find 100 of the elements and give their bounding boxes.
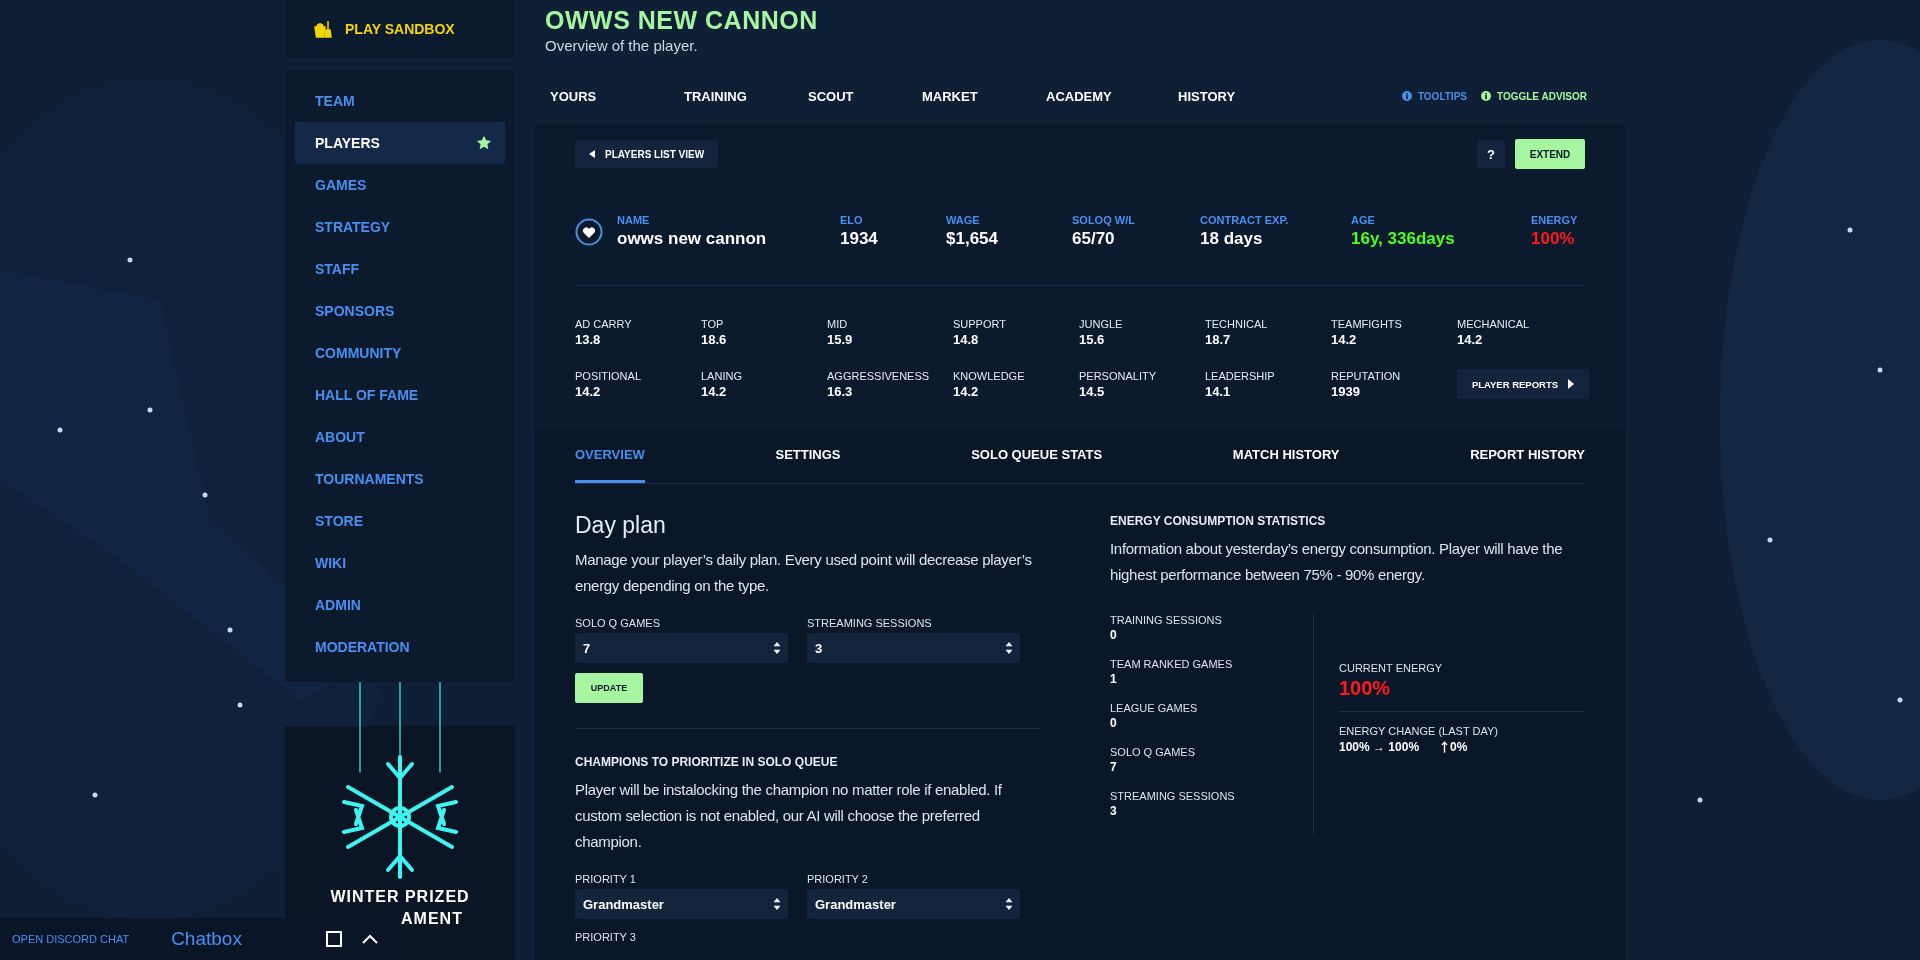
nav-item[interactable]: COMMUNITY (295, 332, 505, 374)
player-reports-button[interactable]: PLAYER REPORTS (1457, 369, 1589, 399)
select-field[interactable]: Grandmaster (807, 889, 1020, 919)
help-link[interactable]: TOGGLE ADVISOR (1481, 90, 1587, 102)
field-label: WAGE (946, 214, 981, 226)
chevron-up-icon[interactable] (362, 934, 378, 944)
nav-item[interactable]: TOURNAMENTS (295, 458, 505, 500)
detail-tab[interactable]: REPORT HISTORY (1470, 447, 1585, 483)
nav-tab[interactable]: ACADEMY (1046, 88, 1178, 104)
field-label: STREAMING SESSIONS (807, 617, 933, 629)
nav-item[interactable]: STRATEGY (295, 206, 505, 248)
select-field[interactable]: 3 (807, 633, 1020, 663)
field-label: PRIORITY 1 (575, 873, 637, 885)
attribute-label: AD CARRY (575, 318, 633, 330)
energy-value: 100% (1339, 677, 1392, 700)
field-label: AGE (1351, 214, 1376, 226)
help-link[interactable]: TOOLTIPS (1401, 90, 1467, 102)
attribute-value: 14.2 (1457, 332, 1484, 347)
detail-tab[interactable]: OVERVIEW (575, 447, 645, 483)
updown-icon (773, 898, 781, 910)
detail-tab[interactable]: SOLO QUEUE STATS (971, 447, 1103, 483)
stat-label: TEAM RANKED GAMES (1110, 658, 1234, 670)
nav-tab[interactable]: SCOUT (808, 88, 922, 104)
attribute-value: 14.2 (701, 384, 728, 399)
discord-link[interactable]: OPEN DISCORD CHAT (12, 933, 130, 945)
banner-title: AMENT (400, 910, 463, 928)
stat-label: ENERGY CHANGE (LAST DAY) (1339, 725, 1499, 737)
nav-item[interactable]: GAMES (295, 164, 505, 206)
banner-title: WINTER PRIZED (330, 888, 470, 906)
nav-item[interactable]: SPONSORS (295, 290, 505, 332)
nav-item[interactable]: MODERATION (295, 626, 505, 668)
section-heading: CHAMPIONS TO PRIORITIZE IN SOLO QUEUE (575, 755, 839, 769)
attribute-value: 14.2 (953, 384, 980, 399)
stat-label: CURRENT ENERGY (1339, 662, 1444, 674)
attribute-label: TEAMFIGHTS (1331, 318, 1403, 330)
field-label: NAME (617, 214, 651, 226)
stat-value: 7 (1110, 760, 1118, 774)
attribute-value: 13.8 (575, 332, 602, 347)
extend-button[interactable]: EXTEND (1515, 139, 1585, 169)
stat-value: 3 (1110, 804, 1118, 818)
attribute-label: JUNGLE (1079, 318, 1124, 330)
attribute-label: LANING (701, 370, 743, 382)
nav-item[interactable]: ABOUT (295, 416, 505, 458)
square-icon[interactable] (326, 931, 342, 947)
help-button[interactable]: ? (1477, 140, 1505, 168)
select-field[interactable]: 7 (575, 633, 788, 663)
update-button[interactable]: UPDATE (575, 673, 643, 703)
section-heading: Day plan (575, 512, 667, 539)
nav-tab[interactable]: YOURS (550, 88, 684, 104)
detail-tab[interactable]: SETTINGS (775, 447, 841, 483)
detail-tab[interactable]: MATCH HISTORY (1232, 447, 1340, 483)
field-label: ENERGY (1531, 214, 1579, 226)
nav-item[interactable]: STORE (295, 500, 505, 542)
attribute-value: 16.3 (827, 384, 854, 399)
attribute-value: 14.5 (1079, 384, 1106, 399)
nav-tab[interactable]: MARKET (922, 88, 1046, 104)
attribute-label: SUPPORT (953, 318, 1007, 330)
nav-tab[interactable]: TRAINING (684, 88, 808, 104)
attribute-label: TECHNICAL (1205, 318, 1269, 330)
attribute-value: 1939 (1331, 384, 1361, 399)
attribute-label: PERSONALITY (1079, 370, 1158, 382)
arrow-up-icon (1441, 740, 1449, 754)
nav-item[interactable]: PLAYERS (295, 122, 505, 164)
attribute-label: TOP (701, 318, 725, 330)
nav-tab[interactable]: HISTORY (1178, 88, 1312, 104)
field-label: PRIORITY 3 (575, 931, 637, 943)
field-label: SOLOQ W/L (1072, 214, 1136, 226)
page-title: OWWS NEW CANNON (545, 6, 819, 35)
field-value: 18 days (1200, 229, 1264, 249)
updown-icon (1005, 898, 1013, 910)
nav-item[interactable]: HALL OF FAME (295, 374, 505, 416)
stat-label: TRAINING SESSIONS (1110, 614, 1223, 626)
attribute-value: 18.6 (701, 332, 728, 347)
select-field[interactable]: Grandmaster (575, 889, 788, 919)
attribute-label: REPUTATION (1331, 370, 1402, 382)
attribute-value: 15.6 (1079, 332, 1106, 347)
energy-change: 100% → 100% (1339, 740, 1420, 754)
stat-label: STREAMING SESSIONS (1110, 790, 1236, 802)
updown-icon (1005, 642, 1013, 654)
banner-card[interactable]: WINTER PRIZED AMENT (285, 682, 515, 960)
back-button[interactable]: PLAYERS LIST VIEW (575, 140, 719, 168)
section-description: Player will be instalocking the champion no matter role if enabled. If custom selection is not enabled, our AI will choose the preferred champion. (575, 780, 1003, 852)
section-description: Manage your player’s daily plan. Every used point will decrease player’s energy depending on the type. (575, 550, 1033, 596)
stat-value: 1 (1110, 672, 1118, 686)
nav-item[interactable]: TEAM (295, 80, 505, 122)
stat-label: SOLO Q GAMES (1110, 746, 1196, 758)
stat-label: LEAGUE GAMES (1110, 702, 1199, 714)
nav-item[interactable]: WIKI (295, 542, 505, 584)
stat-value: 0 (1110, 716, 1118, 730)
section-description: Information about yesterday’s energy consumption. Player will have the highest performance between 75% - 90% energy. (1110, 539, 1564, 585)
attribute-label: KNOWLEDGE (953, 370, 1026, 382)
sandbox-link[interactable]: PLAY SANDBOX (285, 0, 515, 58)
attribute-value: 14.2 (575, 384, 602, 399)
attribute-value: 14.2 (1331, 332, 1358, 347)
nav-item[interactable]: ADMIN (295, 584, 505, 626)
nav-item[interactable]: STAFF (295, 248, 505, 290)
field-label: ELO (840, 214, 864, 226)
attribute-label: LEADERSHIP (1205, 370, 1276, 382)
attribute-label: AGGRESSIVENESS (827, 370, 931, 382)
section-heading: ENERGY CONSUMPTION STATISTICS (1110, 514, 1327, 528)
